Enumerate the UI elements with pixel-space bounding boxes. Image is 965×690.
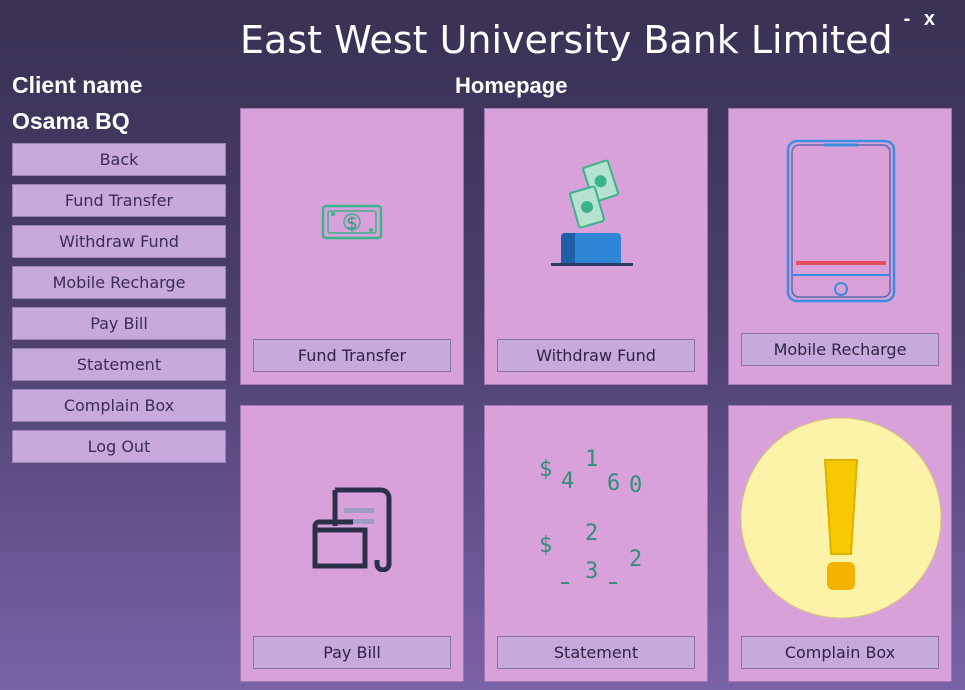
- fund-transfer-button[interactable]: Fund Transfer: [253, 339, 451, 372]
- banknote-icon: $: [321, 204, 383, 245]
- window-controls: - x: [896, 8, 935, 31]
- statement-glyph: 2: [585, 521, 598, 546]
- sidebar-item-withdraw-fund[interactable]: Withdraw Fund: [12, 225, 226, 258]
- exclamation-icon: [739, 416, 943, 625]
- statement-glyph: 2: [629, 547, 642, 572]
- statement-glyph: $: [539, 457, 552, 482]
- client-name-label: Client name: [12, 72, 143, 98]
- minimize-button[interactable]: -: [904, 8, 911, 30]
- sidebar-item-mobile-recharge[interactable]: Mobile Recharge: [12, 266, 226, 299]
- statement-glyph: 3: [585, 559, 598, 584]
- card-complain-box: Complain Box: [728, 405, 952, 682]
- card-mobile-recharge: Mobile Recharge: [728, 108, 952, 385]
- card-statement: $ 4 1 6 0 $ 2 3 2 Statement: [484, 405, 708, 682]
- mobile-recharge-button[interactable]: Mobile Recharge: [741, 333, 939, 366]
- sidebar: Back Fund Transfer Withdraw Fund Mobile …: [12, 143, 226, 471]
- sidebar-item-fund-transfer[interactable]: Fund Transfer: [12, 184, 226, 217]
- close-button[interactable]: x: [924, 8, 935, 30]
- statement-glyph: $: [539, 533, 552, 558]
- statement-glyph: 1: [585, 447, 598, 472]
- bill-document-icon: [311, 486, 395, 577]
- statement-glyph: 4: [561, 469, 574, 494]
- sidebar-item-statement[interactable]: Statement: [12, 348, 226, 381]
- complain-box-button[interactable]: Complain Box: [741, 636, 939, 669]
- page-heading: Homepage: [455, 73, 568, 98]
- statement-glyph: 0: [629, 473, 642, 498]
- wallet-cash-icon: [549, 157, 639, 274]
- svg-text:$: $: [346, 213, 357, 234]
- sidebar-item-complain-box[interactable]: Complain Box: [12, 389, 226, 422]
- logout-button[interactable]: Log Out: [12, 430, 226, 463]
- sidebar-item-pay-bill[interactable]: Pay Bill: [12, 307, 226, 340]
- statement-glyph: 6: [607, 471, 620, 496]
- withdraw-fund-button[interactable]: Withdraw Fund: [497, 339, 695, 372]
- pay-bill-button[interactable]: Pay Bill: [253, 636, 451, 669]
- client-name-value: Osama BQ: [12, 108, 130, 134]
- card-fund-transfer: $ Fund Transfer: [240, 108, 464, 385]
- statement-button[interactable]: Statement: [497, 636, 695, 669]
- card-withdraw-fund: Withdraw Fund: [484, 108, 708, 385]
- smartphone-icon: [786, 139, 896, 310]
- statement-numbers-icon: $ 4 1 6 0 $ 2 3 2: [535, 446, 655, 591]
- card-pay-bill: Pay Bill: [240, 405, 464, 682]
- app-title: East West University Bank Limited: [240, 18, 893, 62]
- back-button[interactable]: Back: [12, 143, 226, 176]
